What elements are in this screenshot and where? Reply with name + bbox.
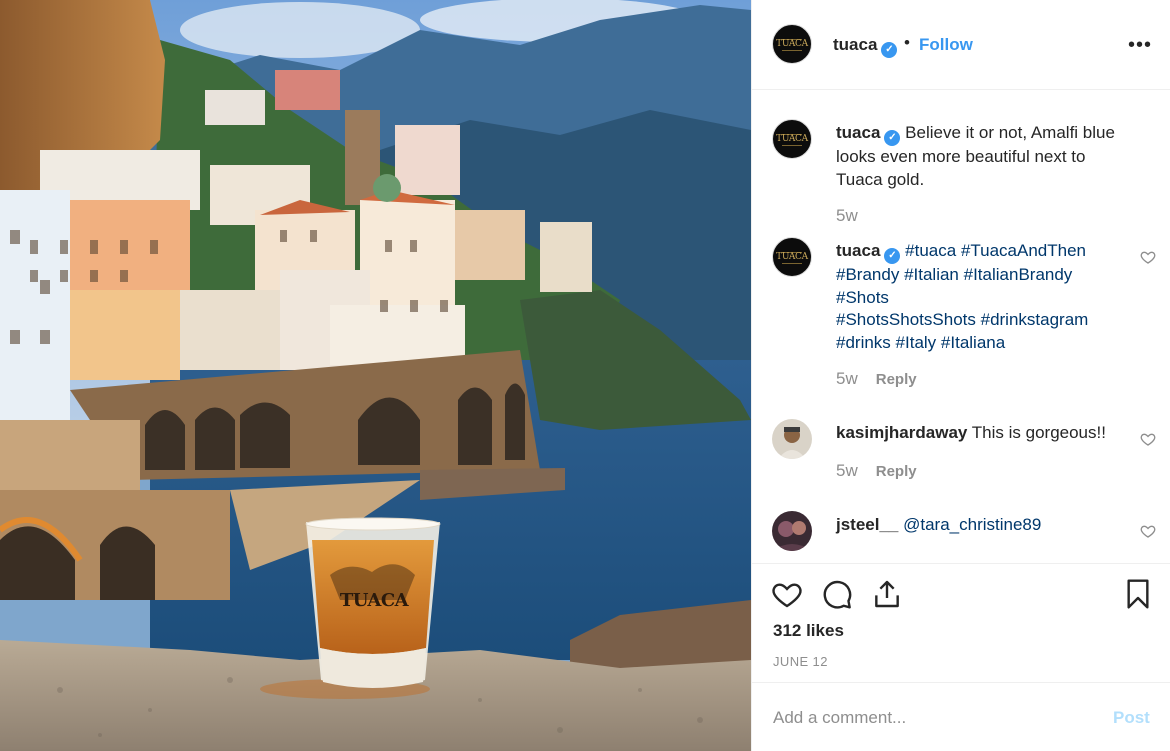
- hashtag[interactable]: #Italiana: [941, 333, 1005, 352]
- post-image[interactable]: TUACA: [0, 0, 751, 751]
- heart-icon[interactable]: [771, 578, 803, 610]
- comment-body: This is gorgeous!!: [971, 423, 1106, 442]
- separator-dot: •: [904, 33, 910, 52]
- hashtag[interactable]: #Italy: [896, 333, 937, 352]
- hashtag[interactable]: #TuacaAndThen: [961, 241, 1086, 260]
- like-comment-icon[interactable]: [1140, 249, 1156, 265]
- share-icon[interactable]: [871, 578, 903, 610]
- post-author[interactable]: tuaca ✓: [833, 35, 898, 58]
- comment-username[interactable]: tuaca: [836, 123, 880, 142]
- avatar[interactable]: [772, 419, 812, 459]
- hashtag[interactable]: #ShotsShotsShots: [836, 310, 976, 329]
- reply-button[interactable]: Reply: [876, 463, 917, 480]
- hashtag[interactable]: #tuaca: [905, 241, 956, 260]
- comment-username[interactable]: jsteel__: [836, 515, 898, 534]
- hashtag[interactable]: #Shots: [836, 288, 889, 307]
- post-sidebar: TUACA tuaca ✓ • Follow ••• TUACA tuaca ✓ B…: [751, 0, 1170, 751]
- comment-username[interactable]: tuaca: [836, 241, 880, 260]
- comment-meta: 5w Reply: [836, 461, 917, 481]
- caption-text: tuaca ✓ Believe it or not, Amalfi blue lo…: [836, 122, 1136, 191]
- hashtag[interactable]: #drinkstagram: [981, 310, 1089, 329]
- more-options-icon[interactable]: •••: [1125, 30, 1155, 60]
- verified-badge-icon: ✓: [884, 248, 901, 264]
- add-comment-bar: Post: [752, 682, 1170, 751]
- comment-time[interactable]: 5w: [836, 369, 858, 388]
- glass-logo-text: TUACA: [339, 590, 409, 611]
- hashtag[interactable]: #drinks: [836, 333, 891, 352]
- username[interactable]: tuaca: [833, 35, 877, 54]
- amalfi-photo: [0, 0, 751, 751]
- comment-meta: 5w: [836, 206, 858, 226]
- verified-badge-icon: ✓: [881, 42, 898, 58]
- mention-link[interactable]: @tara_christine89: [903, 515, 1041, 534]
- comment-meta: 5w Reply: [836, 369, 917, 389]
- tuaca-logo: TUACA: [776, 252, 808, 262]
- like-comment-icon[interactable]: [1140, 523, 1156, 539]
- comment-time[interactable]: 5w: [836, 206, 858, 225]
- post-actions: 312 likes JUNE 12: [752, 563, 1170, 682]
- hashtag[interactable]: #Brandy: [836, 265, 899, 284]
- hashtag[interactable]: #ItalianBrandy: [964, 265, 1073, 284]
- post-comment-button[interactable]: Post: [1113, 708, 1150, 728]
- tuaca-logo: TUACA: [776, 39, 808, 49]
- avatar[interactable]: TUACA: [772, 24, 812, 64]
- post-header: TUACA tuaca ✓ • Follow •••: [752, 0, 1170, 90]
- avatar[interactable]: TUACA: [772, 237, 812, 277]
- reply-button[interactable]: Reply: [876, 371, 917, 388]
- comment-username[interactable]: kasimjhardaway: [836, 423, 967, 442]
- avatar[interactable]: [772, 511, 812, 551]
- post-date[interactable]: JUNE 12: [773, 654, 828, 669]
- bookmark-icon[interactable]: [1122, 578, 1154, 610]
- follow-button[interactable]: Follow: [919, 35, 973, 55]
- likes-count[interactable]: 312 likes: [773, 621, 844, 641]
- verified-badge-icon: ✓: [884, 130, 901, 146]
- comment-bubble-icon[interactable]: [821, 578, 853, 610]
- tuaca-logo: TUACA: [776, 134, 808, 144]
- comment-text: kasimjhardaway This is gorgeous!!: [836, 422, 1136, 445]
- hashtag[interactable]: #Italian: [904, 265, 959, 284]
- comments-list[interactable]: TUACA tuaca ✓ Believe it or not, Amalfi b…: [752, 91, 1170, 563]
- comment-input[interactable]: [773, 705, 1093, 731]
- comment-text: jsteel__ @tara_christine89: [836, 514, 1136, 537]
- comment-time[interactable]: 5w: [836, 461, 858, 480]
- like-comment-icon[interactable]: [1140, 431, 1156, 447]
- avatar[interactable]: TUACA: [772, 119, 812, 159]
- comment-text: tuaca ✓ #tuaca #TuacaAndThen #Brandy #Ita…: [836, 240, 1136, 354]
